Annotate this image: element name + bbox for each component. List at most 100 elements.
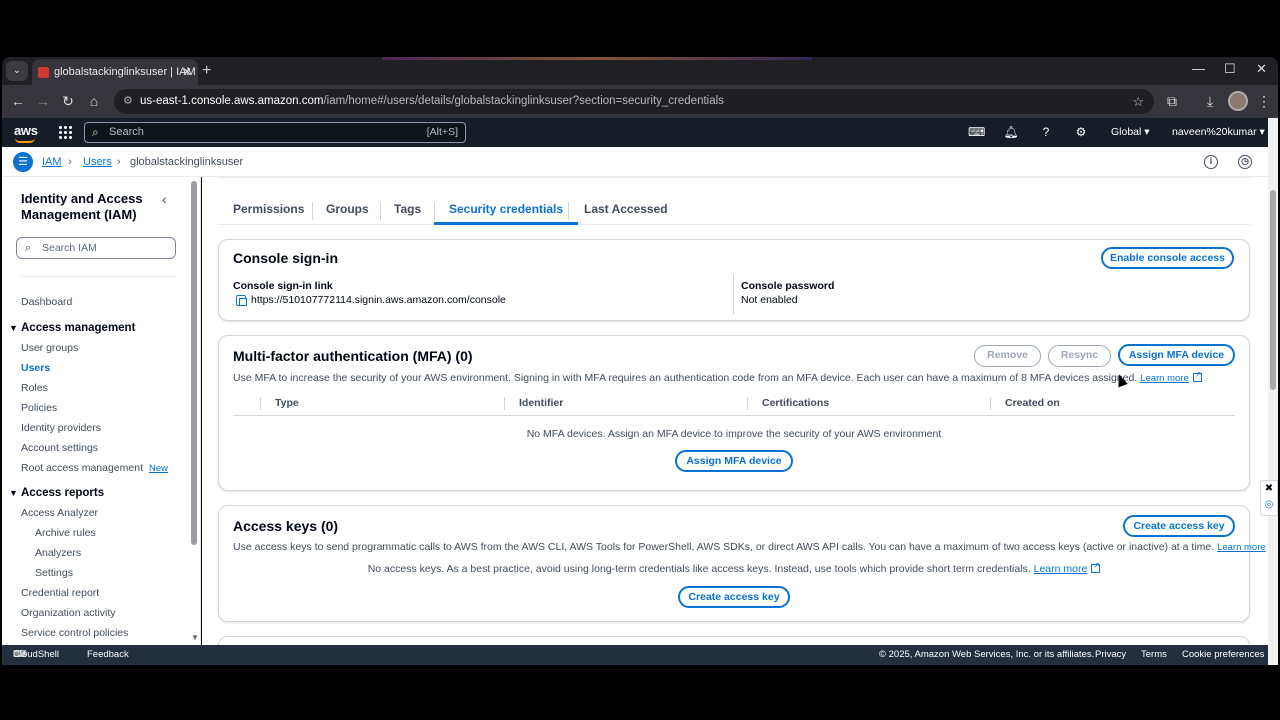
close-window-icon[interactable]: ✕: [1256, 61, 1267, 77]
tab-tags[interactable]: Tags: [379, 195, 436, 225]
sidebar-item-identity-providers[interactable]: Identity providers: [21, 421, 101, 435]
column-header-created-on[interactable]: Created on: [991, 390, 1060, 416]
mfa-learn-more-link[interactable]: Learn more: [1140, 370, 1202, 384]
services-grid-icon[interactable]: [58, 125, 72, 139]
column-header-type[interactable]: Type: [261, 390, 299, 416]
caret-down-icon: ▼: [9, 488, 18, 498]
tab-groups[interactable]: Groups: [311, 195, 384, 225]
close-tab-icon[interactable]: ✕: [182, 59, 192, 85]
download-icon[interactable]: ⤓: [1200, 91, 1220, 111]
access-keys-panel: Access keys (0) Create access key Use ac…: [218, 505, 1266, 622]
account-name: naveen%20kumar: [1172, 126, 1257, 138]
resync-mfa-button[interactable]: Resync: [1048, 345, 1111, 367]
column-header-identifier[interactable]: Identifier: [505, 390, 563, 416]
column-header-certifications[interactable]: Certifications: [748, 390, 829, 416]
terms-link[interactable]: Terms: [1141, 645, 1167, 665]
sidebar-item-credential-report[interactable]: Credential report: [21, 586, 99, 600]
home-icon[interactable]: ⌂: [84, 91, 104, 111]
enable-console-access-button[interactable]: Enable console access: [1101, 247, 1234, 269]
tools-panel-icon[interactable]: ◷: [1238, 155, 1252, 169]
profile-avatar[interactable]: [1228, 91, 1248, 111]
tab-last-accessed[interactable]: Last Accessed: [569, 195, 683, 225]
browser-tabstrip: ⌄ globalstackinglinksuser | IAM | ✕ + — …: [2, 57, 1278, 85]
breadcrumb-iam[interactable]: IAM: [42, 147, 62, 177]
mfa-empty-text: No MFA devices. Assign an MFA device to …: [526, 428, 942, 440]
sidebar-scrollbar[interactable]: [191, 181, 197, 545]
wallpaper-strip: [382, 57, 812, 60]
assign-mfa-device-empty-button[interactable]: Assign MFA device: [675, 450, 793, 472]
account-menu[interactable]: naveen%20kumar ▾: [1172, 118, 1265, 147]
sidebar-item-settings[interactable]: Settings: [35, 566, 73, 580]
scroll-down-icon[interactable]: ▼: [191, 633, 199, 642]
sidebar-item-organization-activity[interactable]: Organization activity: [21, 606, 116, 620]
site-info-icon[interactable]: ⚙: [123, 89, 133, 114]
sidebar-item-roles[interactable]: Roles: [21, 381, 48, 395]
sidebar-item-users[interactable]: Users: [21, 361, 50, 375]
cloudshell-label: CloudShell: [13, 649, 59, 660]
create-access-key-empty-button[interactable]: Create access key: [678, 586, 790, 608]
forward-icon[interactable]: →: [33, 91, 53, 111]
settings-gear-icon[interactable]: ⚙: [1073, 124, 1089, 140]
console-signin-link: https://510107772114.signin.aws.amazon.c…: [251, 294, 506, 306]
search-placeholder: Search: [109, 126, 144, 138]
console-signin-panel: Console sign-in Enable console access Co…: [218, 239, 1250, 321]
collapse-sidebar-icon[interactable]: ‹: [162, 191, 167, 207]
breadcrumb-users[interactable]: Users: [83, 147, 112, 177]
sidebar-item-scp[interactable]: Service control policies: [21, 626, 128, 640]
access-keys-empty-label: No access keys. As a best practice, avoi…: [367, 563, 1031, 575]
sidebar-item-root-access[interactable]: Root access management New: [21, 461, 168, 476]
bookmark-star-icon[interactable]: ☆: [1132, 89, 1144, 114]
main-scrollbar[interactable]: [1268, 118, 1278, 665]
tab-search-icon[interactable]: ⌄: [6, 61, 28, 81]
feedback-link[interactable]: Feedback: [87, 645, 129, 665]
assign-mfa-device-button[interactable]: Assign MFA device: [1118, 344, 1235, 366]
browser-tab[interactable]: globalstackinglinksuser | IAM | ✕: [32, 59, 198, 85]
sidebar-item-policies[interactable]: Policies: [21, 401, 57, 415]
tab-security-credentials[interactable]: Security credentials: [434, 195, 579, 225]
cookie-preferences-link[interactable]: Cookie preferences: [1182, 645, 1264, 665]
notifications-bell-icon[interactable]: 🔔︎: [1003, 124, 1019, 140]
new-tab-icon[interactable]: +: [202, 59, 211, 83]
aws-search-input[interactable]: ⌕ Search [Alt+S]: [84, 122, 466, 143]
extensions-icon[interactable]: ⧉: [1162, 91, 1182, 111]
sidebar-section-access-reports[interactable]: ▼ Access reports: [9, 486, 104, 500]
aws-logo[interactable]: aws: [14, 123, 38, 143]
access-keys-empty-learn-more-link[interactable]: Learn more: [1034, 561, 1101, 575]
menu-hamburger-icon[interactable]: ☰: [13, 152, 33, 172]
sidebar-item-account-settings[interactable]: Account settings: [21, 441, 98, 455]
minimize-icon[interactable]: —: [1192, 61, 1205, 76]
reload-icon[interactable]: ↻: [58, 91, 78, 111]
sidebar-item-dashboard[interactable]: Dashboard: [21, 295, 72, 309]
sidebar-section-access-management[interactable]: ▼ Access management: [9, 321, 135, 335]
sidebar-item-archive-rules[interactable]: Archive rules: [35, 526, 96, 540]
maximize-icon[interactable]: ☐: [1224, 61, 1236, 77]
info-icon[interactable]: i: [1204, 155, 1218, 169]
create-access-key-button[interactable]: Create access key: [1123, 515, 1235, 537]
region-selector[interactable]: Global ▾: [1111, 118, 1150, 147]
back-icon[interactable]: ←: [8, 91, 28, 111]
mfa-description-text: Use MFA to increase the security of your…: [233, 372, 1138, 384]
scrollbar-thumb[interactable]: [1270, 190, 1276, 390]
access-keys-empty-text: No access keys. As a best practice, avoi…: [219, 561, 1249, 575]
privacy-link[interactable]: Privacy: [1095, 645, 1126, 665]
aws-favicon-icon: [38, 67, 49, 78]
widget-settings-icon[interactable]: ◎: [1261, 497, 1277, 513]
aws-console-header: aws ⌕ Search [Alt+S] ⌨ 🔔︎ ? ⚙ Global ▾ n…: [2, 118, 1268, 147]
browser-menu-icon[interactable]: ⋮: [1254, 91, 1274, 111]
access-keys-description: Use access keys to send programmatic cal…: [233, 541, 1268, 553]
close-widget-icon[interactable]: ✖: [1261, 481, 1277, 497]
remove-mfa-button[interactable]: Remove: [974, 345, 1041, 367]
address-bar[interactable]: ⚙ us-east-1.console.aws.amazon.com/iam/h…: [114, 89, 1154, 114]
tab-permissions[interactable]: Permissions: [218, 195, 319, 225]
divider: [21, 276, 177, 277]
sidebar-item-user-groups[interactable]: User groups: [21, 341, 78, 355]
section-label: Access management: [21, 322, 136, 334]
access-keys-description-text: Use access keys to send programmatic cal…: [233, 541, 1215, 553]
sidebar-item-access-analyzer[interactable]: Access Analyzer: [21, 506, 98, 520]
help-icon[interactable]: ?: [1038, 124, 1054, 140]
sidebar-item-analyzers[interactable]: Analyzers: [35, 546, 81, 560]
cloudshell-icon[interactable]: ⌨: [968, 124, 985, 140]
copy-icon[interactable]: [236, 295, 247, 306]
access-keys-learn-more-link[interactable]: Learn more: [1217, 542, 1268, 553]
sidebar-search-input[interactable]: ⌕ Search IAM: [16, 237, 176, 259]
